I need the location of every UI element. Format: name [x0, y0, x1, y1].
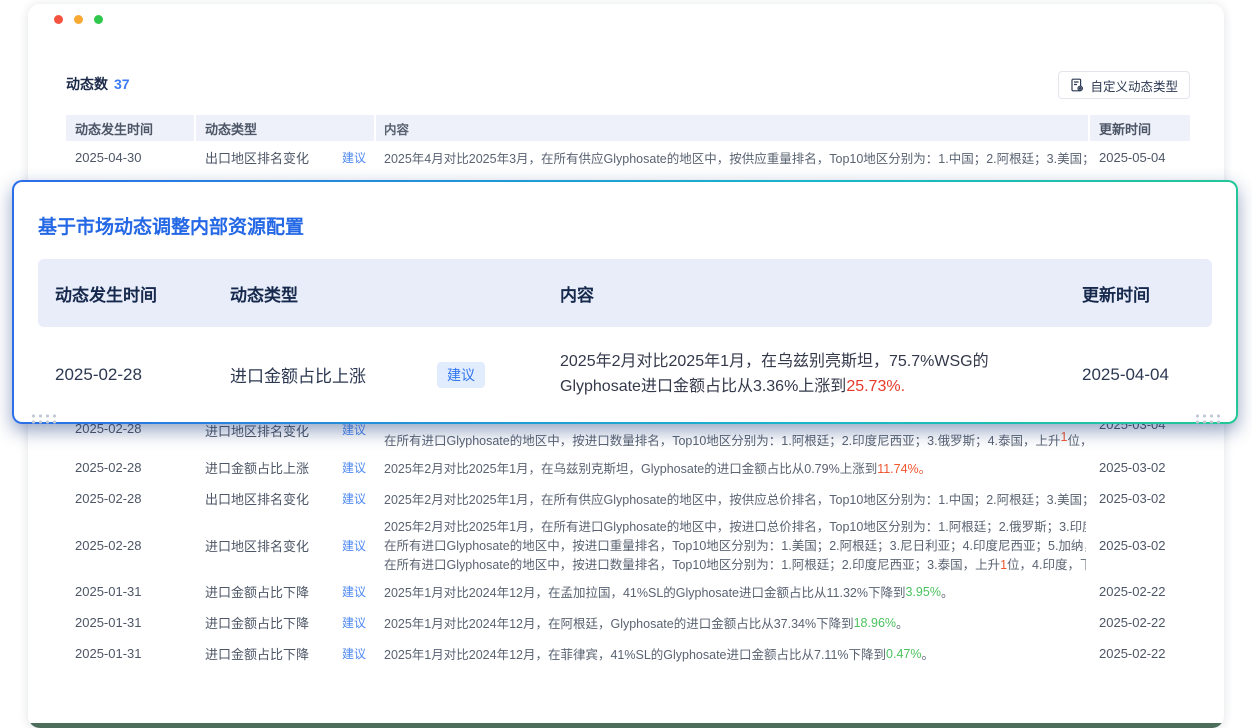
highlight-overlay: 基于市场动态调整内部资源配置 动态发生时间 动态类型 内容 更新时间 2025-…: [12, 180, 1238, 424]
maximize-window-icon[interactable]: [94, 15, 103, 24]
row-content: 2025年2月对比2025年1月，在所有进口Glyphosate的地区中，按进口…: [376, 514, 1090, 576]
overlay-suggest-tag[interactable]: 建议: [437, 362, 485, 388]
row-date: 2025-04-30: [66, 141, 196, 174]
overlay-table-header: 动态发生时间 动态类型 内容 更新时间: [38, 259, 1212, 327]
row-type: 进口金额占比下降: [205, 613, 309, 632]
row-date: 2025-02-28: [66, 452, 196, 483]
row-update: 2025-03-02: [1090, 452, 1190, 483]
overlay-col-update-time: 更新时间: [1065, 259, 1212, 327]
row-date: 2025-02-28: [66, 483, 196, 514]
overlay-col-occur-time: 动态发生时间: [38, 259, 213, 327]
table-header-row: 动态发生时间 动态类型 内容 更新时间: [66, 115, 1190, 141]
table-row[interactable]: 2025-02-28 出口地区排名变化 建议 2025年2月对比2025年1月，在…: [66, 483, 1190, 514]
suggest-tag[interactable]: 建议: [342, 614, 366, 631]
row-content: 2025年2月对比2025年1月，在乌兹别克斯坦，Glyphosate的进口金额…: [376, 452, 1090, 483]
row-update: 2025-02-22: [1090, 576, 1190, 607]
suggest-tag[interactable]: 建议: [342, 537, 366, 554]
row-date: 2025-01-31: [66, 638, 196, 669]
table-row[interactable]: 2025-01-31 进口金额占比下降 建议 2025年1月对比2024年12月，…: [66, 576, 1190, 607]
minimize-window-icon[interactable]: [74, 15, 83, 24]
row-type: 进口金额占比下降: [205, 644, 309, 663]
row-date: 2025-01-31: [66, 607, 196, 638]
row-content: 2025年4月对比2025年3月，在所有供应Glyphosate的地区中，按供应…: [376, 141, 1090, 174]
row-type: 出口地区排名变化: [205, 148, 309, 167]
row-date: 2025-02-28: [66, 514, 196, 576]
row-content: 2025年1月对比2024年12月，在阿根廷，Glyphosate的进口金额占比…: [376, 607, 1090, 638]
row-type: 进口金额占比上涨: [205, 458, 309, 477]
col-header-update-time: 更新时间: [1090, 115, 1190, 141]
row-content: 2025年1月对比2024年12月，在菲律宾，41%SL的Glyphosate进…: [376, 638, 1090, 669]
overlay-row-content: 2025年2月对比2025年1月，在乌兹别亮斯坦，75.7%WSG的Glypho…: [543, 327, 1065, 422]
dynamics-count-value: 37: [114, 76, 130, 92]
row-content: 2025年1月对比2024年12月，在孟加拉国，41%SL的Glyphosate…: [376, 576, 1090, 607]
close-window-icon[interactable]: [54, 15, 63, 24]
suggest-tag[interactable]: 建议: [342, 149, 366, 166]
row-content-line: 在所有进口Glyphosate的地区中，按进口重量排名，Top10地区分别为：1…: [384, 537, 1086, 556]
table-row[interactable]: 2025-01-31 进口金额占比下降 建议 2025年1月对比2024年12月，…: [66, 638, 1190, 669]
table-row[interactable]: 2025-02-28 进口地区排名变化 建议 2025年2月对比2025年1月，在…: [66, 514, 1190, 576]
row-content-line: 在所有进口Glyphosate的地区中，按进口数量排名，Top10地区分别为：1…: [384, 556, 1086, 575]
dynamics-count: 动态数 37: [66, 74, 130, 94]
row-update: 2025-03-02: [1090, 483, 1190, 514]
col-header-content: 内容: [376, 115, 1090, 141]
table-row[interactable]: 2025-01-31 进口金额占比下降 建议 2025年1月对比2024年12月，…: [66, 607, 1190, 638]
row-content-line: 2025年2月对比2025年1月，在所有进口Glyphosate的地区中，按进口…: [384, 518, 1086, 537]
window-controls: [54, 15, 103, 24]
highlight-overlay-panel: 基于市场动态调整内部资源配置 动态发生时间 动态类型 内容 更新时间 2025-…: [14, 182, 1236, 422]
suggest-tag[interactable]: 建议: [342, 490, 366, 507]
bottom-edge-bar: [28, 723, 1224, 728]
overlay-row-date: 2025-02-28: [38, 327, 213, 422]
row-update: 2025-02-22: [1090, 607, 1190, 638]
table-row[interactable]: 2025-02-28 进口金额占比上涨 建议 2025年2月对比2025年1月，在…: [66, 452, 1190, 483]
dynamics-count-label: 动态数: [66, 76, 108, 92]
col-header-occur-time: 动态发生时间: [66, 115, 196, 141]
suggest-tag[interactable]: 建议: [342, 645, 366, 662]
row-type: 进口地区排名变化: [205, 536, 309, 555]
overlay-row-type: 进口金额占比上涨: [230, 362, 366, 387]
row-update: 2025-05-04: [1090, 141, 1190, 174]
custom-dynamic-type-button[interactable]: 自定义动态类型: [1058, 71, 1190, 99]
row-content: 2025年2月对比2025年1月，在所有供应Glyphosate的地区中，按供应…: [376, 483, 1090, 514]
overlay-row-update: 2025-04-04: [1065, 327, 1212, 422]
document-gear-icon: [1070, 78, 1084, 92]
overlay-col-type: 动态类型: [213, 259, 543, 327]
row-type: 出口地区排名变化: [205, 489, 309, 508]
row-update: 2025-03-02: [1090, 514, 1190, 576]
custom-dynamic-type-label: 自定义动态类型: [1090, 76, 1178, 95]
overlay-title: 基于市场动态调整内部资源配置: [38, 212, 1212, 239]
row-date: 2025-01-31: [66, 576, 196, 607]
col-header-type: 动态类型: [196, 115, 376, 141]
row-update: 2025-02-22: [1090, 638, 1190, 669]
overlay-col-content: 内容: [543, 259, 1065, 327]
suggest-tag[interactable]: 建议: [342, 459, 366, 476]
row-type: 进口金额占比下降: [205, 582, 309, 601]
overlay-drag-handle-right[interactable]: [1194, 413, 1222, 430]
overlay-table-row[interactable]: 2025-02-28 进口金额占比上涨 建议 2025年2月对比2025年1月，…: [38, 327, 1212, 422]
overlay-drag-handle-left[interactable]: [30, 413, 58, 430]
table-row[interactable]: 2025-04-30 出口地区排名变化 建议 2025年4月对比2025年3月，在…: [66, 141, 1190, 174]
suggest-tag[interactable]: 建议: [342, 583, 366, 600]
